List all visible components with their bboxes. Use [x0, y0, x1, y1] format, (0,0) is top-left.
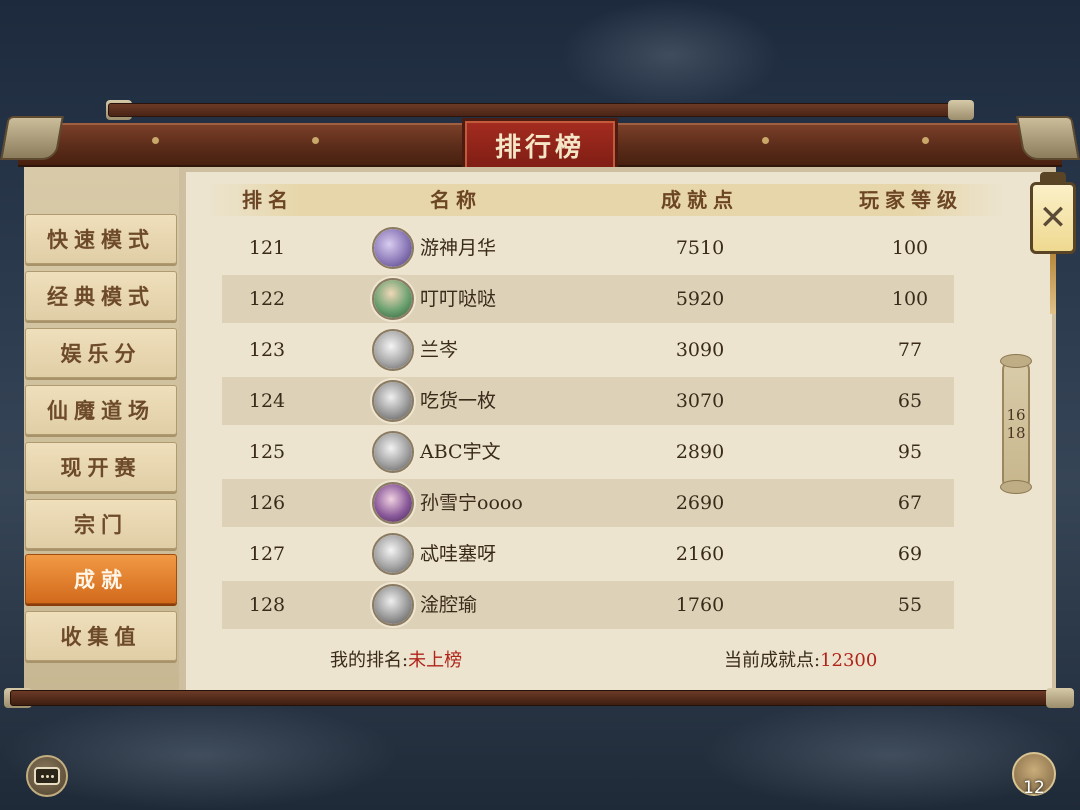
- points-cell: 1760: [675, 594, 725, 616]
- avatar-image: [374, 586, 412, 624]
- avatar-image: [374, 331, 412, 369]
- sidebar-item-sect[interactable]: 宗门: [25, 499, 177, 549]
- sidebar-item-label: 现开赛: [60, 455, 142, 480]
- sidebar-item-label: 仙魔道场: [47, 398, 155, 423]
- current-points-value: 12300: [820, 650, 878, 671]
- sidebar-item-label: 娱乐分: [60, 341, 142, 366]
- sidebar-item-achievement[interactable]: 成就: [25, 554, 177, 604]
- player-avatar[interactable]: [372, 431, 414, 473]
- bag-button[interactable]: 12: [1012, 752, 1056, 800]
- title-plaque: 排行榜: [462, 118, 618, 172]
- player-avatar[interactable]: [372, 227, 414, 269]
- header-rivet: [922, 137, 929, 144]
- background-cloud: [560, 0, 780, 110]
- points-cell: 3070: [675, 390, 725, 412]
- player-name[interactable]: 淦腔瑜: [420, 581, 620, 629]
- player-name[interactable]: 兰岑: [420, 326, 620, 374]
- column-header-points: 成就点: [661, 188, 739, 212]
- rank-cell: 127: [248, 543, 286, 565]
- bottom-rod-cap-right: [1046, 688, 1074, 708]
- my-rank: 我的排名:未上榜: [330, 648, 462, 674]
- background-cloud: [0, 700, 400, 810]
- level-cell: 65: [897, 390, 923, 412]
- lantern-tassel: [1050, 254, 1056, 314]
- sidebar-item-quick-mode[interactable]: 快速模式: [25, 214, 177, 264]
- avatar-image: [374, 229, 412, 267]
- my-rank-value: 未上榜: [408, 650, 463, 671]
- top-scroll-rod: [108, 103, 972, 117]
- corner-ornament-left: [0, 116, 64, 160]
- my-rank-label: 我的排名:: [330, 650, 409, 671]
- column-header-level: 玩家等级: [859, 188, 963, 212]
- player-name[interactable]: 叮叮哒哒: [420, 275, 620, 323]
- player-avatar[interactable]: [372, 533, 414, 575]
- sidebar-item-label: 收集值: [60, 624, 142, 649]
- column-header-name: 名称: [430, 188, 482, 212]
- chat-icon: [34, 767, 60, 785]
- avatar-image: [374, 535, 412, 573]
- sidebar-item-entertainment[interactable]: 娱乐分: [25, 328, 177, 378]
- level-cell: 100: [891, 288, 929, 310]
- level-cell: 55: [897, 594, 923, 616]
- avatar-image: [374, 382, 412, 420]
- current-points-label: 当前成就点:: [724, 650, 821, 671]
- rank-cell: 123: [248, 339, 286, 361]
- player-avatar[interactable]: [372, 482, 414, 524]
- page-current: 16: [1006, 406, 1026, 424]
- bottom-scroll-rod: [10, 690, 1070, 706]
- rank-cell: 124: [248, 390, 286, 412]
- sidebar-item-open-match[interactable]: 现开赛: [25, 442, 177, 492]
- header-rivet: [762, 137, 769, 144]
- page-title: 排行榜: [494, 132, 585, 163]
- pager-down-cap[interactable]: [1000, 480, 1032, 494]
- avatar-image: [374, 280, 412, 318]
- level-cell: 100: [891, 237, 929, 259]
- player-avatar[interactable]: [372, 278, 414, 320]
- level-cell: 77: [897, 339, 923, 361]
- header-rivet: [312, 137, 319, 144]
- sidebar-item-label: 宗门: [74, 512, 128, 537]
- sidebar-item-immortal-arena[interactable]: 仙魔道场: [25, 385, 177, 435]
- column-header-rank: 排名: [242, 188, 294, 212]
- avatar-image: [374, 433, 412, 471]
- current-points: 当前成就点:12300: [724, 648, 877, 674]
- points-cell: 2890: [675, 441, 725, 463]
- avatar-image: [374, 484, 412, 522]
- level-cell: 67: [897, 492, 923, 514]
- pager-up-cap[interactable]: [1000, 354, 1032, 368]
- rank-cell: 125: [248, 441, 286, 463]
- sidebar-item-classic-mode[interactable]: 经典模式: [25, 271, 177, 321]
- player-name[interactable]: 游神月华: [420, 224, 620, 272]
- player-avatar[interactable]: [372, 329, 414, 371]
- player-name[interactable]: 吃货一枚: [420, 377, 620, 425]
- points-cell: 2160: [675, 543, 725, 565]
- player-avatar[interactable]: [372, 584, 414, 626]
- rank-cell: 122: [248, 288, 286, 310]
- rank-cell: 128: [248, 594, 286, 616]
- player-name[interactable]: ABC宇文: [420, 428, 620, 476]
- points-cell: 2690: [675, 492, 725, 514]
- rank-cell: 121: [248, 237, 286, 259]
- player-avatar[interactable]: [372, 380, 414, 422]
- close-button[interactable]: ✕: [1030, 182, 1076, 254]
- rod-cap-right: [948, 100, 974, 120]
- sidebar-item-label: 经典模式: [47, 284, 155, 309]
- header-rivet: [152, 137, 159, 144]
- sidebar-item-label: 快速模式: [47, 227, 155, 252]
- player-name[interactable]: 忒哇塞呀: [420, 530, 620, 578]
- chat-button[interactable]: [26, 755, 68, 797]
- level-cell: 69: [897, 543, 923, 565]
- points-cell: 3090: [675, 339, 725, 361]
- points-cell: 7510: [675, 237, 725, 259]
- player-name[interactable]: 孙雪宁oooo: [420, 479, 620, 527]
- sidebar-item-collection[interactable]: 收集值: [25, 611, 177, 661]
- sidebar-item-label: 成就: [74, 567, 128, 592]
- corner-ornament-right: [1016, 116, 1080, 160]
- points-cell: 5920: [675, 288, 725, 310]
- page-total: 18: [1006, 424, 1026, 442]
- bag-count: 12: [1023, 778, 1045, 798]
- rank-cell: 126: [248, 492, 286, 514]
- level-cell: 95: [897, 441, 923, 463]
- close-icon: ✕: [1038, 198, 1068, 238]
